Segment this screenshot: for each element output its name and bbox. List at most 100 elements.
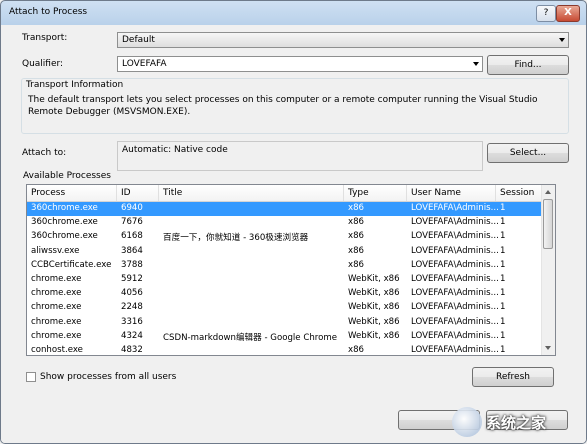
qualifier-label: Qualifier: — [22, 59, 64, 69]
qualifier-input[interactable]: LOVEFAFA — [117, 56, 483, 72]
table-body: 360chrome.exe 6940 x86 LOVEFAFA\Adminis... 1… — [27, 202, 543, 355]
cell-type: WebKit, x86 — [348, 316, 400, 327]
chevron-down-icon — [473, 62, 479, 66]
cell-user: LOVEFAFA\Adminis... — [411, 316, 499, 327]
chevron-down-icon — [559, 38, 565, 42]
cell-id: 5912 — [121, 273, 143, 284]
table-row[interactable]: 360chrome.exe 6168 百度一下，你就知道 - 360极速浏览器 x86… — [27, 230, 543, 244]
close-button[interactable]: X — [556, 5, 580, 22]
table-row[interactable]: conhost.exe 4832 x86 LOVEFAFA\Adminis... 1 — [27, 344, 543, 355]
cell-process: chrome.exe — [31, 316, 82, 327]
dialog-body: Transport: Default Qualifier: LOVEFAFA F… — [1, 25, 586, 443]
cell-process: chrome.exe — [31, 302, 82, 313]
cell-user: LOVEFAFA\Adminis... — [411, 330, 499, 341]
cell-process: chrome.exe — [31, 273, 82, 284]
cell-session: 1 — [500, 273, 506, 284]
cell-type: WebKit, x86 — [348, 302, 400, 313]
cell-type: WebKit, x86 — [348, 288, 400, 299]
qualifier-value: LOVEFAFA — [122, 59, 167, 69]
table-row[interactable]: aliwssv.exe 3864 x86 LOVEFAFA\Adminis... 1 — [27, 245, 543, 259]
table-row[interactable]: chrome.exe 2248 WebKit, x86 LOVEFAFA\Admini… — [27, 301, 543, 315]
cell-type: x86 — [348, 217, 365, 228]
cell-id: 2248 — [121, 302, 143, 313]
cell-session: 1 — [500, 231, 506, 242]
table-row[interactable]: 360chrome.exe 6940 x86 LOVEFAFA\Adminis... 1 — [27, 202, 543, 217]
scroll-down-icon[interactable] — [545, 346, 551, 350]
window-title: Attach to Process — [9, 7, 88, 17]
select-button[interactable]: Select... — [487, 143, 569, 163]
transport-select[interactable]: Default — [117, 32, 569, 48]
cell-id: 6940 — [121, 203, 143, 213]
table-row[interactable]: chrome.exe 3316 WebKit, x86 LOVEFAFA\Admini… — [27, 316, 543, 330]
column-user-name[interactable]: User Name — [407, 185, 496, 201]
transport-info-group: Transport Information The default transp… — [21, 78, 569, 134]
cell-id: 7676 — [121, 217, 143, 228]
table-row[interactable]: CCBCertificate.exe 3788 x86 LOVEFAFA\Admini… — [27, 259, 543, 273]
column-process[interactable]: Process — [27, 185, 117, 201]
cell-type: x86 — [348, 259, 365, 270]
table-row[interactable]: chrome.exe 5912 WebKit, x86 LOVEFAFA\Admini… — [27, 273, 543, 287]
cell-process: chrome.exe — [31, 288, 82, 299]
show-all-users-label[interactable]: Show processes from all users — [40, 372, 176, 382]
cell-id: 3864 — [121, 245, 143, 256]
cell-id: 4056 — [121, 288, 143, 299]
cell-session: 1 — [500, 203, 506, 213]
table-row[interactable]: chrome.exe 4324 CSDN-markdown编辑器 - Google … — [27, 330, 543, 344]
cell-session: 1 — [500, 302, 506, 313]
attach-to-process-dialog: Attach to Process ? X Transport: Default… — [0, 0, 587, 444]
cell-type: WebKit, x86 — [348, 273, 400, 284]
watermark: 系统之家 — [452, 405, 580, 439]
cell-session: 1 — [500, 316, 506, 327]
cell-process: aliwssv.exe — [31, 245, 80, 256]
cell-user: LOVEFAFA\Adminis... — [411, 344, 499, 355]
attach-to-label: Attach to: — [22, 148, 67, 158]
table-row[interactable]: chrome.exe 4056 WebKit, x86 LOVEFAFA\Admini… — [27, 287, 543, 301]
cell-type: x86 — [348, 245, 365, 256]
cell-type: x86 — [348, 231, 365, 242]
cell-session: 1 — [500, 245, 506, 256]
title-bar: Attach to Process ? X — [1, 1, 586, 25]
attach-to-value: Automatic: Native code — [122, 145, 228, 155]
watermark-text: 系统之家 — [486, 414, 547, 432]
cell-user: LOVEFAFA\Adminis... — [411, 245, 499, 256]
scroll-up-icon[interactable] — [545, 190, 551, 194]
cell-session: 1 — [500, 330, 506, 341]
column-id[interactable]: ID — [117, 185, 159, 201]
cell-id: 6168 — [121, 231, 143, 242]
table-header: Process ID Title Type User Name Session — [27, 185, 543, 202]
cell-session: 1 — [500, 344, 506, 355]
cell-type: x86 — [348, 344, 365, 355]
help-button[interactable]: ? — [536, 5, 556, 22]
cell-process: chrome.exe — [31, 330, 82, 341]
refresh-button[interactable]: Refresh — [472, 367, 554, 387]
transport-info-text: The default transport lets you select pr… — [28, 95, 538, 117]
cell-process: CCBCertificate.exe — [31, 259, 112, 270]
cell-process: 360chrome.exe — [31, 203, 98, 213]
cell-user: LOVEFAFA\Adminis... — [411, 203, 499, 213]
transport-value: Default — [122, 35, 155, 45]
column-session[interactable]: Session — [496, 185, 543, 201]
cell-title: CSDN-markdown编辑器 - Google Chrome — [163, 332, 338, 343]
cell-user: LOVEFAFA\Adminis... — [411, 259, 499, 270]
cell-user: LOVEFAFA\Adminis... — [411, 231, 499, 242]
column-type[interactable]: Type — [344, 185, 407, 201]
cell-id: 4832 — [121, 344, 143, 355]
show-all-users-checkbox[interactable] — [26, 372, 36, 382]
cell-session: 1 — [500, 288, 506, 299]
vertical-scrollbar[interactable] — [541, 185, 555, 355]
column-title[interactable]: Title — [159, 185, 344, 201]
cell-title: 百度一下，你就知道 - 360极速浏览器 — [163, 233, 309, 244]
cell-session: 1 — [500, 259, 506, 270]
transport-label: Transport: — [22, 33, 68, 43]
scroll-thumb[interactable] — [543, 199, 553, 249]
table-row[interactable]: 360chrome.exe 7676 x86 LOVEFAFA\Adminis... 1 — [27, 216, 543, 230]
cell-id: 4324 — [121, 330, 143, 341]
cell-user: LOVEFAFA\Adminis... — [411, 217, 499, 228]
find-button[interactable]: Find... — [487, 55, 569, 75]
cell-id: 3788 — [121, 259, 143, 270]
cell-user: LOVEFAFA\Adminis... — [411, 288, 499, 299]
cell-process: 360chrome.exe — [31, 217, 98, 228]
attach-to-field: Automatic: Native code — [117, 141, 483, 171]
processes-table[interactable]: Process ID Title Type User Name Session … — [26, 184, 556, 356]
watermark-logo — [452, 407, 482, 437]
